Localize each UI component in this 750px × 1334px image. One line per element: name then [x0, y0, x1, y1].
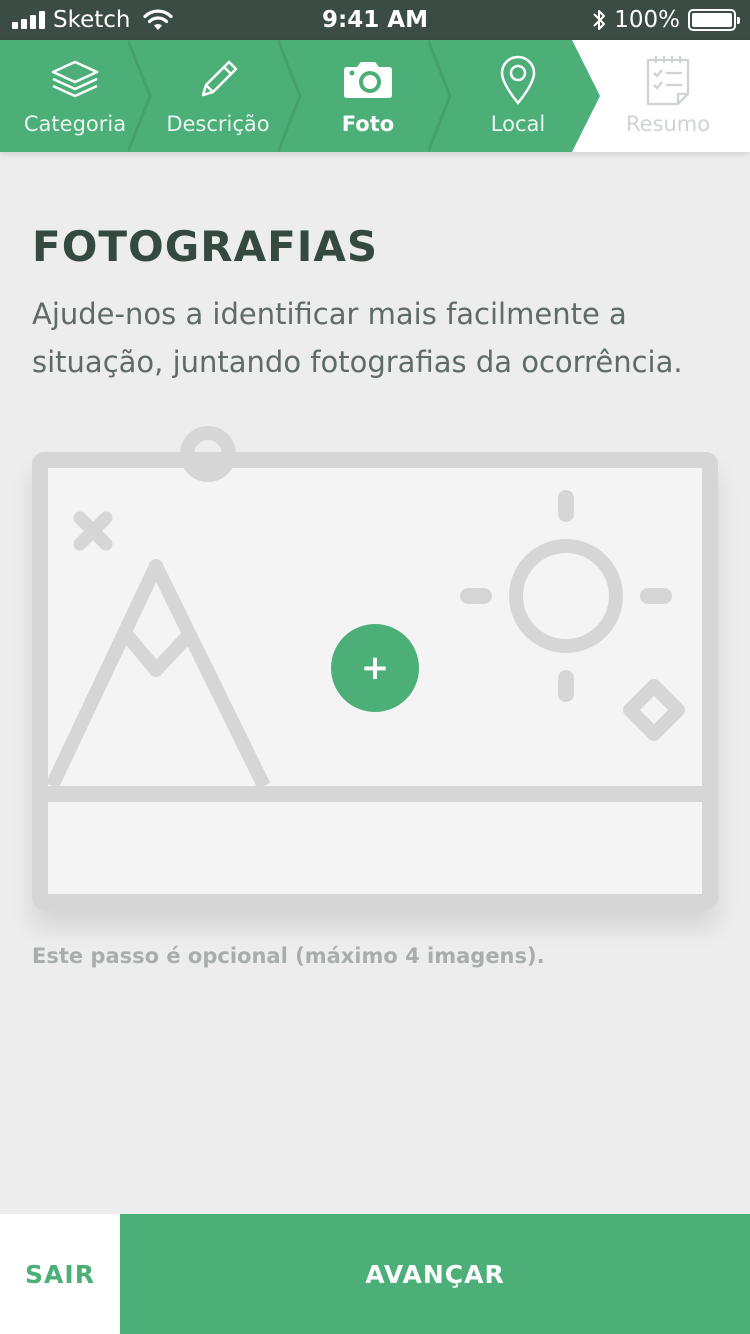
next-button[interactable]: AVANÇAR	[120, 1214, 750, 1334]
x-mark-icon	[73, 511, 113, 551]
exit-button[interactable]: SAIR	[0, 1214, 120, 1334]
add-photo-button[interactable]: +	[331, 624, 419, 712]
photo-placeholder-illustration	[45, 426, 702, 894]
optional-step-note: Este passo é opcional (máximo 4 imagens)…	[32, 944, 545, 968]
bottom-action-bar: SAIR AVANÇAR	[0, 1214, 750, 1334]
